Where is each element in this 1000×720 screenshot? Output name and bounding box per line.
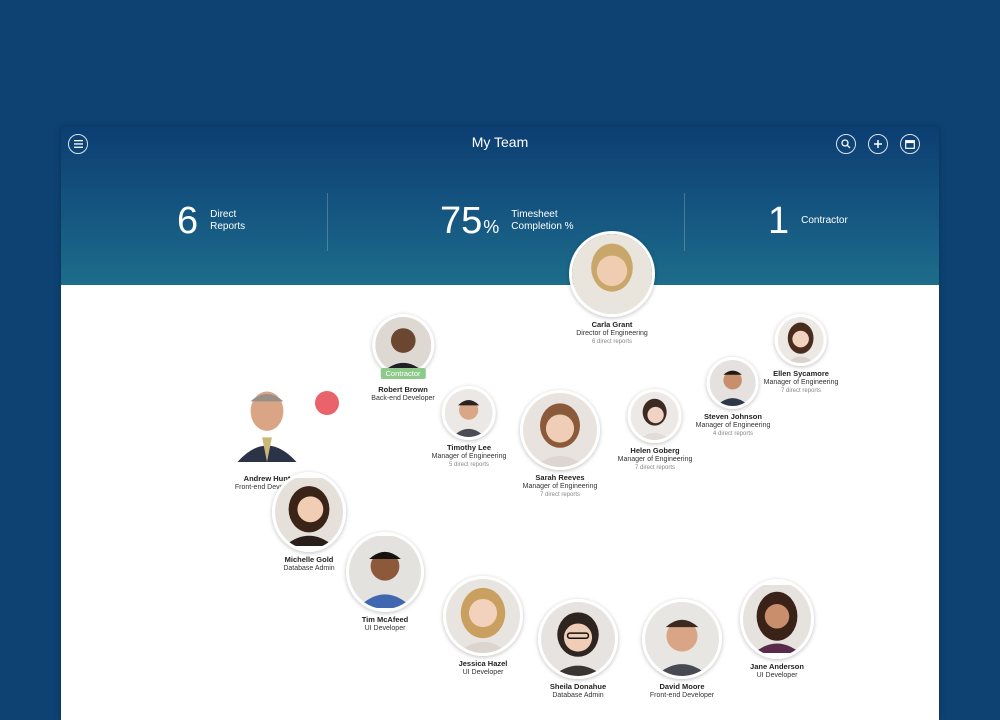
person-role: Manager of Engineering [617,456,693,463]
calendar-icon [905,139,915,149]
person-name: Tim McAfeed [361,615,409,624]
stat-contractor: 1 Contractor [768,199,848,243]
divider [327,193,328,251]
person-role: Manager of Engineering [695,422,771,429]
stat-timesheet: 75 % Timesheet Completion % [440,199,574,243]
person-card-david-moore[interactable]: David Moore Front-end Developer [642,599,722,700]
person-card-sheila-donahue[interactable]: Sheila Donahue Database Admin [538,599,618,700]
person-name: Robert Brown [378,385,428,394]
person-reports: 7 direct reports [634,465,676,471]
person-role: Database Admin [283,565,335,572]
person-card-ellen-sycamore[interactable]: Ellen Sycamore Manager of Engineering 7 … [763,314,839,395]
person-role: Database Admin [552,692,604,699]
avatar [642,599,722,679]
person-role: Back-end Developer [371,395,435,402]
avatar [740,579,814,659]
add-button[interactable] [868,134,888,154]
person-card-jessica-hazel[interactable]: Jessica Hazel UI Developer [443,576,523,677]
person-role: Manager of Engineering [431,453,507,460]
person-name: Michelle Gold [284,555,334,564]
person-name: Ellen Sycamore [773,369,829,378]
person-role: Manager of Engineering [763,379,839,386]
search-icon [841,139,851,149]
person-role: UI Developer [364,625,406,632]
person-name: Jessica Hazel [458,659,508,668]
person-card-jane-anderson[interactable]: Jane Anderson UI Developer [740,579,814,680]
stat-direct-reports: 6 Direct Reports [177,199,245,243]
avatar [346,532,424,612]
avatar [628,389,682,443]
person-reports: 5 direct reports [448,462,490,468]
person-card-carla-grant[interactable]: Carla Grant Director of Engineering 6 di… [569,231,655,346]
avatar [520,390,600,470]
avatar [443,576,523,656]
header: My Team 6 Direct Reports 75 % Timesheet Co… [61,127,939,285]
person-reports: 6 direct reports [591,339,633,345]
person-card-sarah-reeves[interactable]: Sarah Reeves Manager of Engineering 7 di… [520,390,600,499]
person-name: Sarah Reeves [535,473,585,482]
avatar [775,314,827,366]
avatar: Contractor [372,314,434,379]
stat-value: 1 [768,199,790,242]
person-reports: 4 direct reports [712,431,754,437]
person-role: UI Developer [756,672,798,679]
person-name: Jane Anderson [750,662,804,671]
stat-label: Timesheet Completion % [511,209,574,232]
touch-indicator [315,391,339,415]
stat-suffix: % [483,217,500,237]
plus-icon [873,139,883,149]
person-card-helen-goberg[interactable]: Helen Goberg Manager of Engineering 7 di… [617,389,693,472]
stat-value: 75 [440,199,483,242]
person-card-tim-mcafeed[interactable]: Tim McAfeed UI Developer [346,532,424,633]
search-button[interactable] [836,134,856,154]
person-name: David Moore [659,682,705,691]
person-role: Manager of Engineering [522,483,598,490]
stat-label: Direct Reports [210,209,246,232]
avatar [442,386,496,440]
stat-value: 6 [177,199,199,242]
person-reports: 7 direct reports [539,492,581,498]
person-role: UI Developer [462,669,504,676]
person-card-michelle-gold[interactable]: Michelle Gold Database Admin [272,472,346,573]
avatar [707,357,759,409]
app-window: My Team 6 Direct Reports 75 % Timesheet Co… [61,127,939,720]
avatar [226,380,308,462]
person-name: Steven Johnson [704,412,762,421]
person-role: Director of Engineering [576,330,648,337]
person-name: Helen Goberg [630,446,680,455]
avatar [272,472,346,552]
person-card-robert-brown[interactable]: Contractor Robert Brown Back-end Develop… [371,314,435,403]
avatar [538,599,618,679]
stat-label: Contractor [801,215,848,226]
person-reports: 7 direct reports [780,388,822,394]
contractor-badge: Contractor [380,368,426,379]
divider [684,193,685,251]
person-name: Timothy Lee [446,443,492,452]
person-name: Carla Grant [591,320,633,329]
page-title: My Team [471,134,529,150]
calendar-button[interactable] [900,134,920,154]
person-card-timothy-lee[interactable]: Timothy Lee Manager of Engineering 5 dir… [431,386,507,469]
avatar [569,231,655,317]
person-role: Front-end Developer [649,692,715,699]
person-card-steven-johnson[interactable]: Steven Johnson Manager of Engineering 4 … [695,357,771,438]
person-name: Sheila Donahue [549,682,607,691]
